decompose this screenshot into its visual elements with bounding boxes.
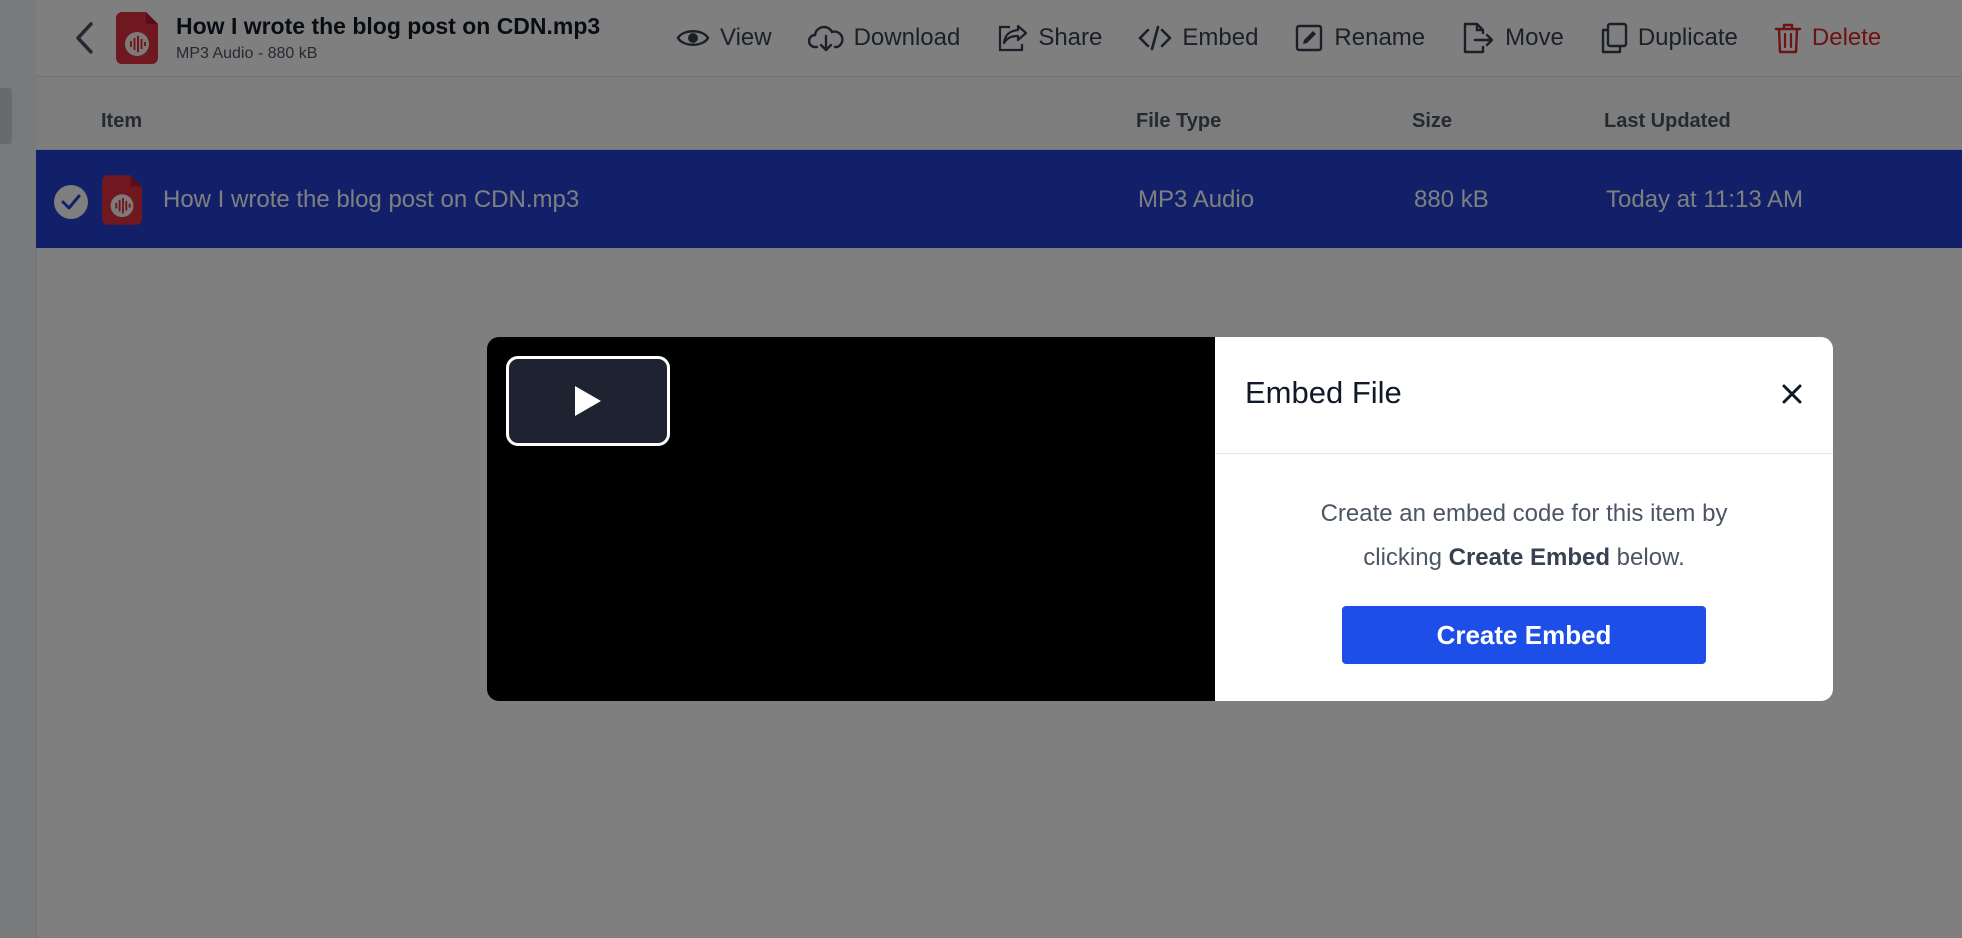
embed-description-bold: Create Embed [1448, 544, 1611, 571]
play-button[interactable] [506, 356, 670, 446]
media-preview [487, 337, 1215, 701]
embed-description: Create an embed code for this item by cl… [1314, 492, 1734, 580]
create-embed-button[interactable]: Create Embed [1342, 606, 1706, 664]
close-button[interactable] [1773, 375, 1811, 413]
embed-file-modal: Embed File Create an embed code for this… [487, 337, 1833, 701]
play-icon [575, 386, 601, 416]
embed-description-post: below. [1610, 544, 1685, 571]
embed-panel: Embed File Create an embed code for this… [1215, 337, 1833, 701]
modal-title: Embed File [1245, 375, 1402, 410]
close-icon [1782, 384, 1802, 404]
modal-body: Create an embed code for this item by cl… [1215, 492, 1833, 664]
modal-header: Embed File [1215, 337, 1833, 454]
